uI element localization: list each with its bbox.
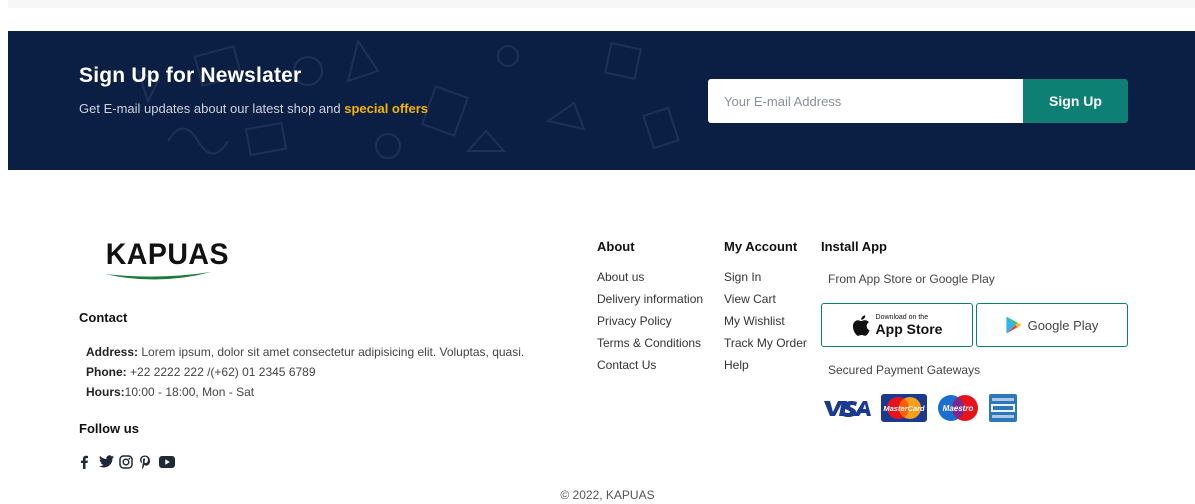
hours-value: 10:00 - 18:00, Mon - Sat <box>124 385 255 399</box>
special-offers-highlight: special offers <box>344 101 429 116</box>
link-sign-in[interactable]: Sign In <box>724 269 807 291</box>
app-store-note: From App Store or Google Play <box>828 272 995 286</box>
instagram-icon[interactable] <box>119 455 133 469</box>
link-about-us[interactable]: About us <box>597 269 703 291</box>
payment-note: Secured Payment Gateways <box>828 363 981 377</box>
about-column: About About us Delivery information Priv… <box>597 239 703 379</box>
newsletter-title: Sign Up for Newslater <box>79 64 302 87</box>
apple-icon <box>852 314 870 336</box>
hours-label: Hours: <box>86 385 125 399</box>
link-privacy-policy[interactable]: Privacy Policy <box>597 313 703 335</box>
logo-text: KAPUAS <box>105 238 229 271</box>
sign-up-button[interactable]: Sign Up <box>1023 79 1128 123</box>
pinterest-icon[interactable] <box>139 455 153 470</box>
copyright: © 2022, KAPUAS <box>560 488 655 502</box>
google-play-label: Google Play <box>1027 317 1099 333</box>
google-play-button[interactable]: Google Play <box>976 303 1128 347</box>
link-view-cart[interactable]: View Cart <box>724 291 807 313</box>
link-terms-conditions[interactable]: Terms & Conditions <box>597 335 703 357</box>
top-strip <box>8 0 1195 8</box>
follow-us-heading: Follow us <box>79 421 139 436</box>
install-app-heading: Install App <box>821 239 887 254</box>
social-links <box>79 455 175 470</box>
address-label: Address: <box>86 345 139 359</box>
account-links: Sign In View Cart My Wishlist Track My O… <box>724 269 807 379</box>
contact-heading: Contact <box>79 310 128 325</box>
maestro-icon: Maestro <box>938 395 978 421</box>
install-app-column: Install App From App Store or Google Pla… <box>821 239 1131 422</box>
link-contact-us[interactable]: Contact Us <box>597 357 703 379</box>
contact-details: Address: Lorem ipsum, dolor sit amet con… <box>86 342 524 402</box>
address-value: Lorem ipsum, dolor sit amet consectetur … <box>141 345 525 359</box>
svg-text:Maestro: Maestro <box>943 404 974 413</box>
my-account-column: My Account Sign In View Cart My Wishlist… <box>724 239 807 379</box>
newsletter-section: Sign Up for Newslater Get E-mail updates… <box>8 31 1195 170</box>
mastercard-icon: MasterCard <box>881 394 927 422</box>
amex-icon <box>989 394 1017 422</box>
phone-value: +22 2222 222 /(+62) 01 2345 6789 <box>130 365 316 379</box>
facebook-icon[interactable] <box>79 455 93 469</box>
address-line: Address: Lorem ipsum, dolor sit amet con… <box>86 342 524 362</box>
phone-label: Phone: <box>86 365 127 379</box>
logo-swoosh-icon <box>105 272 211 280</box>
svg-text:MasterCard: MasterCard <box>883 404 925 413</box>
app-store-button[interactable]: Download on the App Store <box>821 303 973 347</box>
email-input[interactable] <box>708 79 1023 123</box>
my-account-heading: My Account <box>724 239 798 254</box>
app-store-large-text: App Store <box>875 320 943 337</box>
about-heading: About <box>597 239 635 254</box>
newsletter-subtitle-text: Get E-mail updates about our latest shop… <box>79 101 345 116</box>
twitter-icon[interactable] <box>99 455 114 469</box>
link-my-wishlist[interactable]: My Wishlist <box>724 313 807 335</box>
phone-line: Phone: +22 2222 222 /(+62) 01 2345 6789 <box>86 362 524 382</box>
link-track-my-order[interactable]: Track My Order <box>724 335 807 357</box>
newsletter-form: Sign Up <box>708 79 1128 123</box>
link-delivery-information[interactable]: Delivery information <box>597 291 703 313</box>
brand-logo[interactable]: KAPUAS <box>103 238 229 286</box>
visa-icon <box>824 401 871 417</box>
link-help[interactable]: Help <box>724 357 807 379</box>
google-play-icon <box>1005 316 1021 334</box>
hours-line: Hours:10:00 - 18:00, Mon - Sat <box>86 382 524 402</box>
payment-icons: MasterCard Maestro <box>821 394 1017 422</box>
newsletter-subtitle: Get E-mail updates about our latest shop… <box>79 101 428 116</box>
app-store-label: Download on the App Store <box>876 314 943 337</box>
about-links: About us Delivery information Privacy Po… <box>597 269 703 379</box>
youtube-icon[interactable] <box>159 455 175 469</box>
